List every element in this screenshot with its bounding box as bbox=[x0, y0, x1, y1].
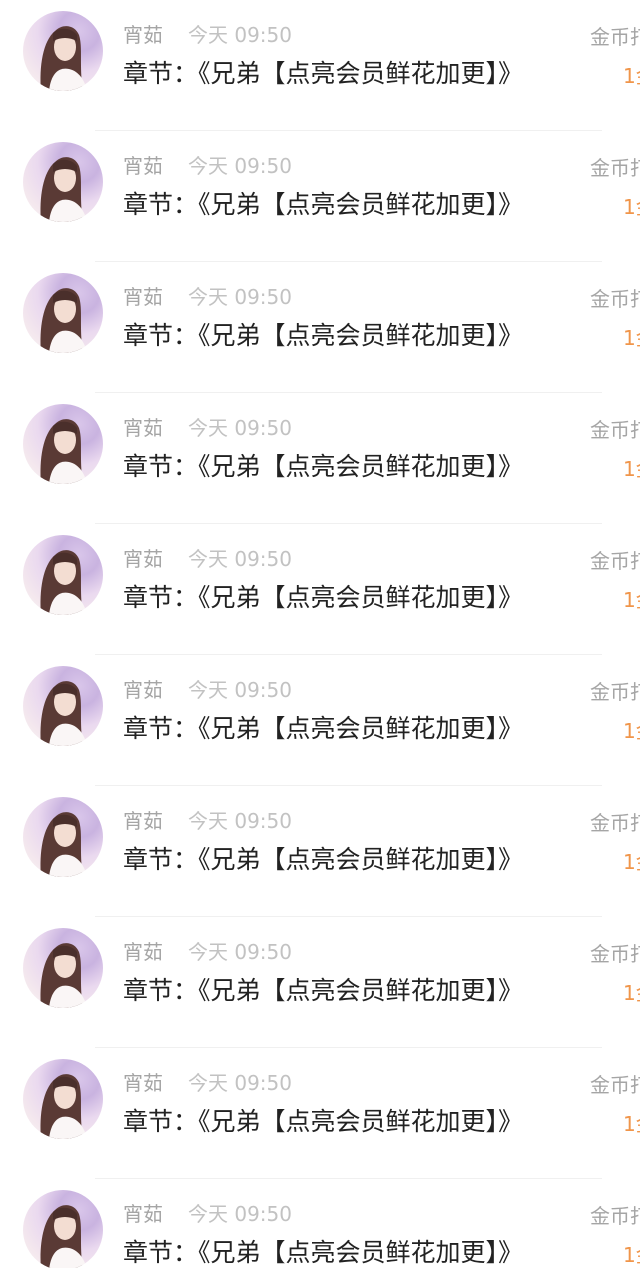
user-name[interactable]: 宵茹 bbox=[123, 1198, 163, 1227]
coin-amount: 1金 bbox=[623, 457, 640, 481]
coin-amount: 1金 bbox=[623, 195, 640, 219]
coin-amount: 1金 bbox=[623, 719, 640, 743]
avatar[interactable] bbox=[23, 1190, 103, 1268]
avatar-photo-icon bbox=[40, 419, 87, 484]
avatar[interactable] bbox=[23, 928, 103, 1008]
chapter-title: 章节：《兄弟【点亮会员鲜花加更】》 bbox=[123, 59, 524, 88]
list-item[interactable]: 宵茹 今天 09:50 章节：《兄弟【点亮会员鲜花加更】》 金币打 1金 bbox=[0, 0, 640, 131]
coin-amount: 1金 bbox=[623, 850, 640, 874]
list-item[interactable]: 宵茹 今天 09:50 章节：《兄弟【点亮会员鲜花加更】》 金币打 1金 bbox=[0, 1179, 640, 1268]
timestamp: 今天 09:50 bbox=[188, 809, 292, 833]
timestamp: 今天 09:50 bbox=[188, 678, 292, 702]
timestamp: 今天 09:50 bbox=[188, 23, 292, 47]
avatar-photo-icon bbox=[40, 1074, 87, 1139]
coin-reward-label: 金币打 bbox=[590, 1073, 640, 1097]
coin-reward-label: 金币打 bbox=[590, 1204, 640, 1228]
coin-reward-label: 金币打 bbox=[590, 287, 640, 311]
timestamp: 今天 09:50 bbox=[188, 285, 292, 309]
reward-record-list: 宵茹 今天 09:50 章节：《兄弟【点亮会员鲜花加更】》 金币打 1金 宵茹 … bbox=[0, 0, 640, 1268]
chapter-title: 章节：《兄弟【点亮会员鲜花加更】》 bbox=[123, 1238, 524, 1267]
avatar[interactable] bbox=[23, 797, 103, 877]
avatar-photo-icon bbox=[40, 1205, 87, 1268]
timestamp: 今天 09:50 bbox=[188, 416, 292, 440]
avatar[interactable] bbox=[23, 535, 103, 615]
list-item[interactable]: 宵茹 今天 09:50 章节：《兄弟【点亮会员鲜花加更】》 金币打 1金 bbox=[0, 786, 640, 917]
coin-amount: 1金 bbox=[623, 326, 640, 350]
user-name[interactable]: 宵茹 bbox=[123, 674, 163, 703]
avatar[interactable] bbox=[23, 404, 103, 484]
timestamp: 今天 09:50 bbox=[188, 154, 292, 178]
coin-amount: 1金 bbox=[623, 981, 640, 1005]
avatar[interactable] bbox=[23, 1059, 103, 1139]
user-name[interactable]: 宵茹 bbox=[123, 19, 163, 48]
list-item[interactable]: 宵茹 今天 09:50 章节：《兄弟【点亮会员鲜花加更】》 金币打 1金 bbox=[0, 131, 640, 262]
coin-reward-label: 金币打 bbox=[590, 811, 640, 835]
coin-amount: 1金 bbox=[623, 1243, 640, 1267]
avatar-photo-icon bbox=[40, 681, 87, 746]
list-item[interactable]: 宵茹 今天 09:50 章节：《兄弟【点亮会员鲜花加更】》 金币打 1金 bbox=[0, 1048, 640, 1179]
avatar-photo-icon bbox=[40, 26, 87, 91]
chapter-title: 章节：《兄弟【点亮会员鲜花加更】》 bbox=[123, 452, 524, 481]
avatar[interactable] bbox=[23, 273, 103, 353]
timestamp: 今天 09:50 bbox=[188, 940, 292, 964]
user-name[interactable]: 宵茹 bbox=[123, 1067, 163, 1096]
chapter-title: 章节：《兄弟【点亮会员鲜花加更】》 bbox=[123, 1107, 524, 1136]
user-name[interactable]: 宵茹 bbox=[123, 805, 163, 834]
user-name[interactable]: 宵茹 bbox=[123, 543, 163, 572]
user-name[interactable]: 宵茹 bbox=[123, 412, 163, 441]
coin-reward-label: 金币打 bbox=[590, 680, 640, 704]
coin-amount: 1金 bbox=[623, 1112, 640, 1136]
list-item[interactable]: 宵茹 今天 09:50 章节：《兄弟【点亮会员鲜花加更】》 金币打 1金 bbox=[0, 393, 640, 524]
list-item[interactable]: 宵茹 今天 09:50 章节：《兄弟【点亮会员鲜花加更】》 金币打 1金 bbox=[0, 524, 640, 655]
coin-reward-label: 金币打 bbox=[590, 549, 640, 573]
coin-reward-label: 金币打 bbox=[590, 25, 640, 49]
coin-reward-label: 金币打 bbox=[590, 942, 640, 966]
user-name[interactable]: 宵茹 bbox=[123, 150, 163, 179]
chapter-title: 章节：《兄弟【点亮会员鲜花加更】》 bbox=[123, 976, 524, 1005]
timestamp: 今天 09:50 bbox=[188, 547, 292, 571]
coin-amount: 1金 bbox=[623, 64, 640, 88]
timestamp: 今天 09:50 bbox=[188, 1202, 292, 1226]
avatar[interactable] bbox=[23, 11, 103, 91]
user-name[interactable]: 宵茹 bbox=[123, 281, 163, 310]
chapter-title: 章节：《兄弟【点亮会员鲜花加更】》 bbox=[123, 583, 524, 612]
avatar[interactable] bbox=[23, 666, 103, 746]
timestamp: 今天 09:50 bbox=[188, 1071, 292, 1095]
avatar-photo-icon bbox=[40, 157, 87, 222]
chapter-title: 章节：《兄弟【点亮会员鲜花加更】》 bbox=[123, 845, 524, 874]
list-item[interactable]: 宵茹 今天 09:50 章节：《兄弟【点亮会员鲜花加更】》 金币打 1金 bbox=[0, 655, 640, 786]
chapter-title: 章节：《兄弟【点亮会员鲜花加更】》 bbox=[123, 190, 524, 219]
avatar-photo-icon bbox=[40, 812, 87, 877]
avatar-photo-icon bbox=[40, 943, 87, 1008]
user-name[interactable]: 宵茹 bbox=[123, 936, 163, 965]
list-item[interactable]: 宵茹 今天 09:50 章节：《兄弟【点亮会员鲜花加更】》 金币打 1金 bbox=[0, 917, 640, 1048]
avatar-photo-icon bbox=[40, 288, 87, 353]
chapter-title: 章节：《兄弟【点亮会员鲜花加更】》 bbox=[123, 714, 524, 743]
coin-amount: 1金 bbox=[623, 588, 640, 612]
avatar[interactable] bbox=[23, 142, 103, 222]
coin-reward-label: 金币打 bbox=[590, 418, 640, 442]
chapter-title: 章节：《兄弟【点亮会员鲜花加更】》 bbox=[123, 321, 524, 350]
coin-reward-label: 金币打 bbox=[590, 156, 640, 180]
list-item[interactable]: 宵茹 今天 09:50 章节：《兄弟【点亮会员鲜花加更】》 金币打 1金 bbox=[0, 262, 640, 393]
avatar-photo-icon bbox=[40, 550, 87, 615]
